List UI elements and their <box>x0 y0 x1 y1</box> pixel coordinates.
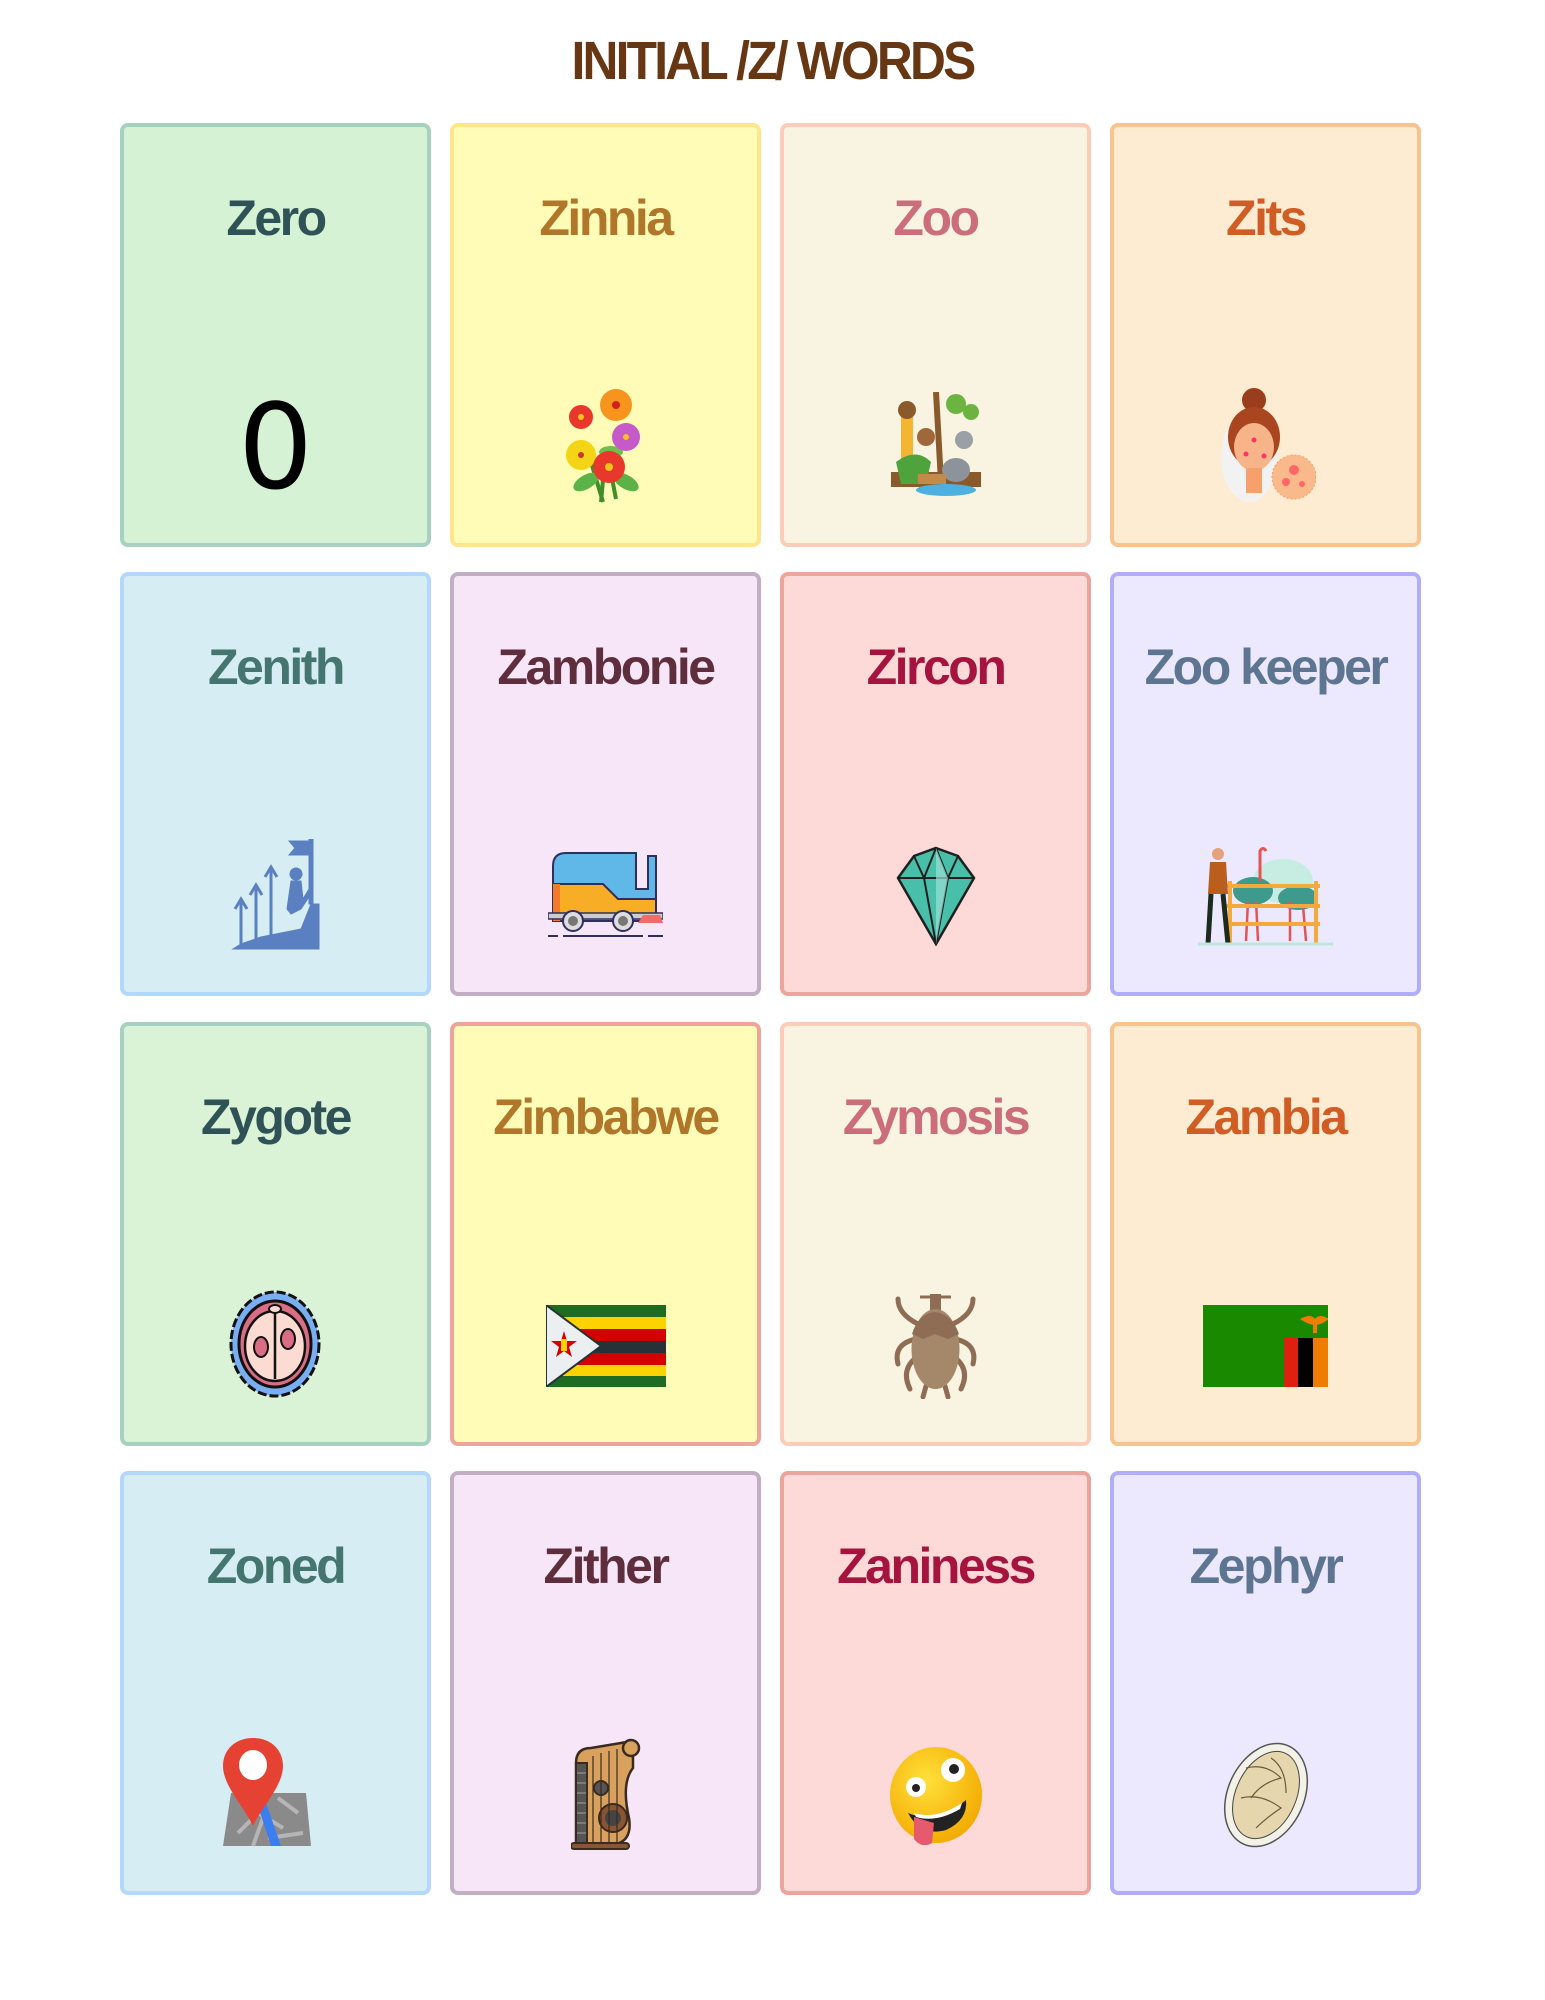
word-card: Zither <box>450 1471 761 1895</box>
word-card: Zero 0 <box>120 123 431 547</box>
card-word: Zenith <box>208 639 345 695</box>
card-word: Zambonie <box>497 639 716 695</box>
word-card: Zephyr <box>1110 1471 1421 1895</box>
word-card: Zoned <box>120 1471 431 1895</box>
girl-with-acne-icon <box>1220 388 1316 502</box>
card-word: Zaniness <box>837 1538 1036 1594</box>
zero-digit-icon: 0 <box>237 378 314 516</box>
word-card: Zoo keeper <box>1110 572 1421 996</box>
word-card: Zymosis <box>780 1022 1091 1446</box>
card-word: Zits <box>1226 190 1307 246</box>
zookeeper-with-ostriches-icon <box>1198 847 1333 946</box>
ice-resurfacer-icon <box>548 852 663 937</box>
zinnia-flowers-icon <box>565 389 640 503</box>
gemstone-icon <box>896 846 975 946</box>
card-word: Zimbabwe <box>493 1089 720 1145</box>
word-card: Zambonie <box>450 572 761 996</box>
card-word: Zircon <box>866 639 1007 695</box>
zephyr-pastry-icon <box>1223 1742 1308 1847</box>
word-card: Zimbabwe <box>450 1022 761 1446</box>
card-word: Zero <box>226 190 327 246</box>
card-word: Zymosis <box>842 1089 1031 1145</box>
zany-face-emoji-icon <box>889 1747 982 1845</box>
card-word: Zoo <box>893 190 980 246</box>
zimbabwe-flag-icon <box>545 1305 666 1387</box>
map-pin-icon <box>223 1737 311 1847</box>
climber-at-peak-icon <box>230 838 319 949</box>
tick-parasite-icon <box>894 1293 977 1399</box>
zambia-flag-icon <box>1203 1305 1328 1387</box>
word-card: Zenith <box>120 572 431 996</box>
card-word: Zoned <box>206 1538 347 1594</box>
word-card: Zoo <box>780 123 1091 547</box>
zoo-animals-icon <box>890 392 981 496</box>
word-card: Zinnia <box>450 123 761 547</box>
card-word: Zygote <box>201 1089 352 1145</box>
word-card: Zaniness <box>780 1471 1091 1895</box>
card-word: Zoo keeper <box>1144 639 1389 695</box>
page-title: INITIAL /Z/ WORDS <box>571 31 976 91</box>
word-card: Zambia <box>1110 1022 1421 1446</box>
card-word: Zither <box>543 1538 670 1594</box>
card-word: Zephyr <box>1189 1538 1344 1594</box>
zygote-cell-icon <box>229 1290 321 1397</box>
zither-instrument-icon <box>570 1738 640 1850</box>
card-word: Zinnia <box>539 190 674 246</box>
word-card: Zits <box>1110 123 1421 547</box>
word-card: Zygote <box>120 1022 431 1446</box>
card-word: Zambia <box>1185 1089 1348 1145</box>
word-card: Zircon <box>780 572 1091 996</box>
